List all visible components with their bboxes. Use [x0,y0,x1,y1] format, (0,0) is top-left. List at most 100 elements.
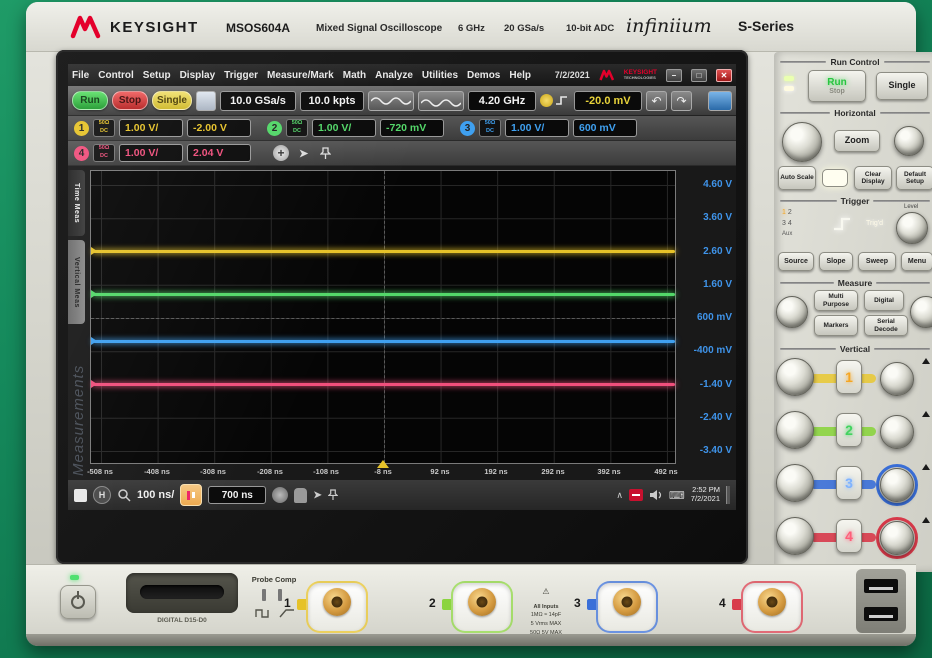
trigger-slope-button[interactable]: Slope [819,252,853,271]
ch1-scale-knob[interactable] [776,358,814,396]
stop-button[interactable]: Stop [112,91,148,110]
trigger-time-marker[interactable] [377,460,389,468]
add-waveform-button[interactable]: + [273,145,289,161]
ch3-offset[interactable]: 600 mV [573,119,637,137]
tray-expand-icon[interactable]: ∧ [616,490,623,501]
ch1-offset-knob[interactable] [880,362,914,396]
waveform-mode-icon[interactable] [368,91,414,111]
trace-channel-1[interactable] [93,250,675,253]
horizontal-position-knob[interactable] [894,126,924,156]
menu-help[interactable]: Help [509,70,531,81]
digital-button[interactable]: Digital [864,290,904,311]
maximize-button[interactable]: □ [691,69,707,82]
cursor-knob[interactable] [776,296,808,328]
run-button[interactable]: Run [72,91,108,110]
trigger-menu-button[interactable]: Menu [901,252,932,271]
multi-purpose-button[interactable]: Multi Purpose [814,290,858,311]
ch4-scale-knob[interactable] [776,517,814,555]
next-arrow-icon[interactable]: ➤ [313,490,321,501]
ch2-badge[interactable]: 2 [267,121,282,136]
pin-icon[interactable] [320,147,331,160]
menu-analyze[interactable]: Analyze [375,70,413,81]
horizontal-scale-icon[interactable]: H [93,486,111,504]
ch3-enable-button[interactable]: 3 [836,466,862,500]
ch1-scale[interactable]: 1.00 V/ [119,119,183,137]
bandwidth-readout[interactable]: 4.20 GHz [468,91,536,111]
ch3-coupling[interactable]: 50ΩDC [479,119,501,137]
redo-icon[interactable]: ↷ [671,91,692,111]
ch1-badge[interactable]: 1 [74,121,89,136]
menu-setup[interactable]: Setup [143,70,171,81]
marker-position-knob[interactable] [910,296,932,328]
horizontal-delay-icon[interactable] [180,484,202,506]
keyboard-icon[interactable]: ⌨ [669,489,685,502]
menu-utilities[interactable]: Utilities [422,70,458,81]
ch1-offset[interactable]: -2.00 V [187,119,251,137]
ch2-coupling[interactable]: 50ΩDC [286,119,308,137]
autoscale-button[interactable]: Auto Scale [778,166,816,190]
trigger-level-readout[interactable]: -20.0 mV [574,91,642,111]
trigger-source-button[interactable]: Source [778,252,814,271]
waveform-mode2-icon[interactable] [418,91,464,111]
ch4-scale[interactable]: 1.00 V/ [119,144,183,162]
single-button[interactable]: Single [152,91,192,110]
trace-channel-3[interactable] [93,340,675,343]
ch4-coupling[interactable]: 50ΩDC [93,144,115,162]
undo-icon[interactable]: ↶ [646,91,667,111]
run-stop-button[interactable]: Run Stop [808,70,866,102]
statusbar-pin-icon[interactable] [328,489,338,501]
ch2-offset[interactable]: -720 mV [380,119,444,137]
desktop-icon[interactable] [74,489,87,502]
ch4-offset-knob[interactable] [880,521,914,555]
graticule[interactable] [90,170,676,464]
menu-demos[interactable]: Demos [467,70,500,81]
single-button-panel[interactable]: Single [876,72,928,100]
menu-trigger[interactable]: Trigger [224,70,258,81]
zoom-button[interactable]: Zoom [834,130,880,152]
serial-decode-button[interactable]: Serial Decode [864,315,908,336]
tray-app-icon[interactable] [629,489,643,501]
horizontal-scale-knob[interactable] [782,122,822,162]
expand-arrow-icon[interactable]: ➤ [299,147,308,160]
clear-display-button[interactable]: Clear Display [854,166,892,190]
ch3-scale[interactable]: 1.00 V/ [505,119,569,137]
default-setup-button[interactable]: Default Setup [896,166,932,190]
menu-file[interactable]: File [72,70,89,81]
ch1-enable-button[interactable]: 1 [836,360,862,394]
menu-measure-mark[interactable]: Measure/Mark [267,70,334,81]
ch3-scale-knob[interactable] [776,464,814,502]
tab-time-meas[interactable]: Time Meas [68,170,85,236]
ch2-scale-knob[interactable] [776,411,814,449]
ch3-offset-knob[interactable] [880,468,914,502]
speaker-icon[interactable] [649,489,663,501]
hscale-readout[interactable]: 100 ns/ [137,489,174,501]
show-desktop-button[interactable] [726,486,730,504]
memory-depth-readout[interactable]: 10.0 kpts [300,91,364,111]
ch2-scale[interactable]: 1.00 V/ [312,119,376,137]
trigger-source-icon[interactable] [540,94,570,107]
user-icon[interactable] [294,488,307,503]
acquire-icon[interactable] [272,487,288,503]
menu-display[interactable]: Display [180,70,216,81]
trigger-level-knob[interactable] [896,212,928,244]
sample-rate-readout[interactable]: 10.0 GSa/s [220,91,296,111]
ch2-enable-button[interactable]: 2 [836,413,862,447]
intensity-button[interactable] [822,169,848,187]
ch4-offset[interactable]: 2.04 V [187,144,251,162]
trace-channel-4[interactable] [93,383,675,386]
ch4-enable-button[interactable]: 4 [836,519,862,553]
touch-toggle[interactable] [708,91,732,111]
zoom-tool-icon[interactable] [117,488,131,502]
ch1-coupling[interactable]: 50ΩDC [93,119,115,137]
ch3-badge[interactable]: 3 [460,121,475,136]
trace-channel-2[interactable] [93,293,675,296]
ch2-offset-knob[interactable] [880,415,914,449]
trigger-sweep-button[interactable]: Sweep [858,252,896,271]
touch-blank-button[interactable] [196,91,216,111]
minimize-button[interactable]: – [666,69,682,82]
markers-button[interactable]: Markers [814,315,858,336]
close-button[interactable]: ✕ [716,69,732,82]
menu-control[interactable]: Control [98,70,134,81]
hdelay-readout[interactable]: 700 ns [208,486,266,504]
power-button[interactable] [60,585,96,619]
